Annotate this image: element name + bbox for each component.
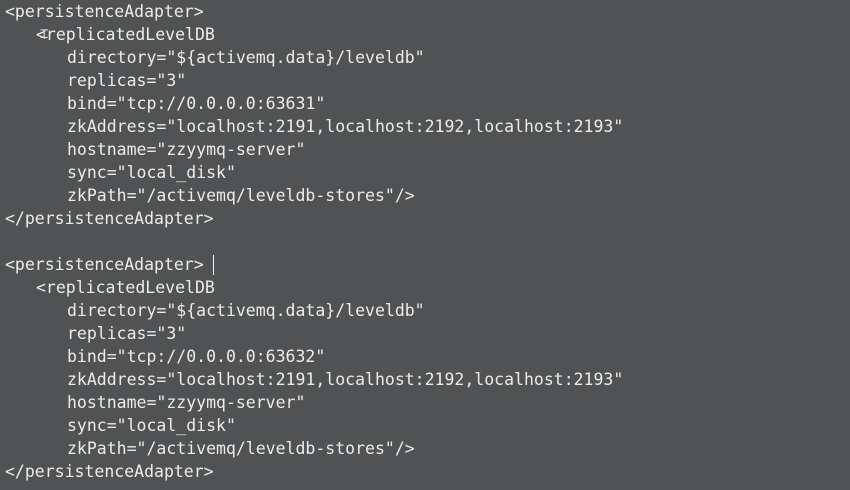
code-line-persistence-adapter-open: <persistenceAdapter> [5,255,204,274]
code-line-sync: sync="local_disk" [67,416,236,435]
code-line-bind: bind="tcp://0.0.0.0:63632" [67,347,326,366]
code-line-persistence-adapter-close: </persistenceAdapter> [5,462,214,481]
code-line-replicas: replicas="3" [67,71,187,90]
code-line-directory: directory="${activemq.data}/leveldb" [67,301,425,320]
code-line-bind: bind="tcp://0.0.0.0:63631" [67,94,326,113]
code-line-persistence-adapter-open: <persistenceAdapter> [5,2,204,21]
code-editor[interactable]: <persistenceAdapter> <replicatedLevelDB … [0,0,850,490]
code-line-zkaddress: zkAddress="localhost:2191,localhost:2192… [67,370,624,389]
code-line-hostname: hostname="zzyymq-server" [67,140,306,159]
text-caret [213,255,214,275]
code-line-replicas: replicas="3" [67,324,187,343]
code-line-replicated-leveldb-open: <replicatedLevelDB [36,25,215,44]
code-line-replicated-leveldb-open: <replicatedLevelDB [36,278,215,297]
mouse-ibeam-cursor-icon: ⌶ [40,26,49,42]
code-line-zkpath: zkPath="/activemq/leveldb-stores"/> [67,186,415,205]
code-line-hostname: hostname="zzyymq-server" [67,393,306,412]
code-line-zkaddress: zkAddress="localhost:2191,localhost:2192… [67,117,624,136]
code-line-zkpath: zkPath="/activemq/leveldb-stores"/> [67,439,415,458]
code-line-persistence-adapter-close: </persistenceAdapter> [5,209,214,228]
code-line-sync: sync="local_disk" [67,163,236,182]
code-line-directory: directory="${activemq.data}/leveldb" [67,48,425,67]
